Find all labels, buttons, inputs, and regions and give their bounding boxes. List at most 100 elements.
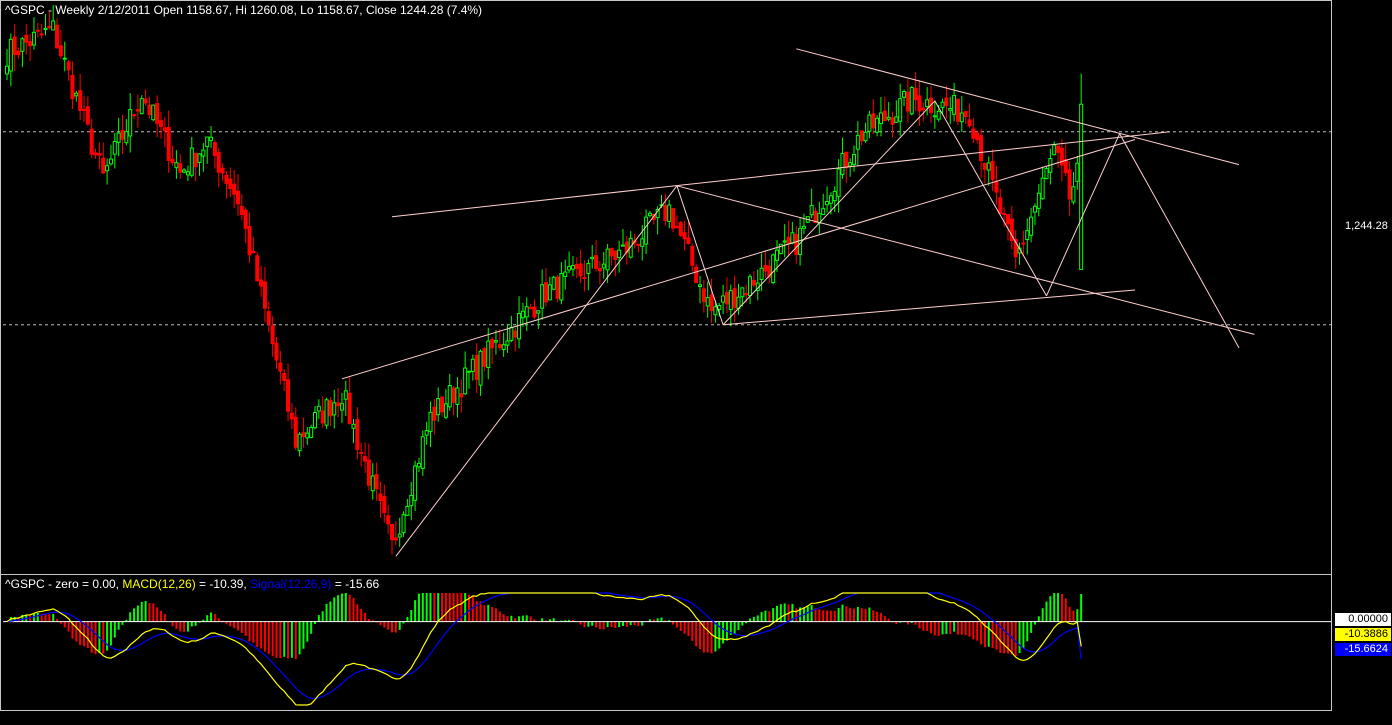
candle-body-179 xyxy=(694,266,699,284)
macd-badge: -10.3886 xyxy=(1335,628,1391,641)
candle-body-249 xyxy=(963,111,968,118)
candle-body-219 xyxy=(848,162,853,167)
price-chart-canvas xyxy=(3,4,1331,557)
candle-142 xyxy=(551,275,556,291)
candle-body-28 xyxy=(112,141,117,155)
candle-body-212 xyxy=(821,208,826,216)
candle-body-225 xyxy=(871,113,876,129)
candle-body-156 xyxy=(605,248,610,271)
candle-body-61 xyxy=(239,205,244,216)
candle-body-5 xyxy=(24,34,29,43)
candle-241 xyxy=(932,100,937,129)
candle-body-64 xyxy=(251,250,256,254)
candle-244 xyxy=(944,85,949,119)
candle-body-29 xyxy=(116,132,121,143)
candle-52 xyxy=(205,136,210,164)
candle-body-193 xyxy=(748,276,753,297)
macd-line xyxy=(6,592,1082,706)
candle-97 xyxy=(378,481,383,518)
candle-63 xyxy=(247,212,252,263)
candle-54 xyxy=(212,139,217,169)
trendline-2 xyxy=(676,185,724,325)
candle-body-259 xyxy=(1002,213,1007,216)
candle-body-176 xyxy=(682,232,687,240)
candle-body-60 xyxy=(236,190,240,205)
candle-body-102 xyxy=(397,533,402,538)
candle-81 xyxy=(316,399,321,419)
candle-body-130 xyxy=(505,340,510,346)
candle-153 xyxy=(594,240,599,272)
candle-body-93 xyxy=(363,455,368,462)
candle-body-126 xyxy=(490,339,495,349)
candle-50 xyxy=(197,153,202,176)
candle-body-19 xyxy=(78,90,83,111)
candle-body-236 xyxy=(913,87,918,101)
candle-53 xyxy=(209,126,214,148)
candle-120 xyxy=(467,370,471,389)
candle-253 xyxy=(979,128,984,178)
macd-pane[interactable]: ^GSPC - zero = 0.00, MACD(12,26) = -10.3… xyxy=(0,575,1332,711)
candle-176 xyxy=(682,220,687,251)
candle-11 xyxy=(47,11,52,30)
candle-body-275 xyxy=(1063,158,1068,174)
candle-106 xyxy=(413,460,418,511)
candle-body-150 xyxy=(582,277,587,280)
candle-body-124 xyxy=(482,348,487,367)
candle-3 xyxy=(16,47,21,59)
macd-chart-canvas xyxy=(3,592,1331,706)
candle-body-241 xyxy=(932,115,937,118)
candle-69 xyxy=(270,316,275,357)
candle-70 xyxy=(274,336,279,369)
price-chart-pane[interactable]: ^GSPC - Weekly 2/12/2011 Open 1158.67, H… xyxy=(0,0,1332,575)
candle-body-113 xyxy=(440,396,445,413)
candle-body-35 xyxy=(139,98,144,115)
candle-body-258 xyxy=(998,197,1003,214)
candle-98 xyxy=(382,484,387,523)
candle-body-158 xyxy=(613,250,618,261)
candle-85 xyxy=(332,389,337,429)
candle-247 xyxy=(955,98,960,126)
candle-221 xyxy=(855,121,860,166)
candle-body-207 xyxy=(801,225,806,229)
candle-4 xyxy=(20,36,25,68)
candle-body-108 xyxy=(420,436,425,469)
candle-158 xyxy=(613,250,618,277)
candle-body-235 xyxy=(909,86,914,115)
candle-body-22 xyxy=(89,128,94,155)
candle-body-278 xyxy=(1075,162,1080,182)
candle-body-178 xyxy=(690,245,695,266)
candle-263 xyxy=(1017,242,1022,265)
candle-147 xyxy=(570,256,575,277)
candle-body-49 xyxy=(193,152,198,168)
candle-body-120 xyxy=(467,370,471,373)
candle-body-265 xyxy=(1025,230,1030,241)
candle-96 xyxy=(374,462,379,501)
candle-6 xyxy=(28,34,33,61)
candle-body-85 xyxy=(332,402,337,416)
candle-body-77 xyxy=(301,432,306,438)
candle-246 xyxy=(952,82,957,122)
candle-body-50 xyxy=(197,153,202,163)
candle-body-173 xyxy=(671,208,676,229)
candle-body-231 xyxy=(894,116,899,123)
candle-22 xyxy=(89,118,94,158)
candle-90 xyxy=(351,419,356,444)
candle-body-125 xyxy=(486,340,491,368)
candle-body-255 xyxy=(986,162,991,171)
candle-205 xyxy=(794,226,799,264)
candle-16 xyxy=(66,59,71,81)
candle-body-247 xyxy=(955,98,960,122)
candle-body-202 xyxy=(782,240,787,243)
candle-body-94 xyxy=(366,459,371,486)
candle-8 xyxy=(35,22,40,38)
candle-264 xyxy=(1021,230,1026,257)
candle-272 xyxy=(1052,141,1057,156)
candle-126 xyxy=(490,336,495,364)
candle-236 xyxy=(913,72,918,112)
candle-body-203 xyxy=(786,236,791,245)
candle-56 xyxy=(220,163,225,181)
candle-32 xyxy=(128,93,133,153)
candle-188 xyxy=(728,284,733,327)
candle-204 xyxy=(790,222,795,245)
candle-body-79 xyxy=(309,426,314,438)
